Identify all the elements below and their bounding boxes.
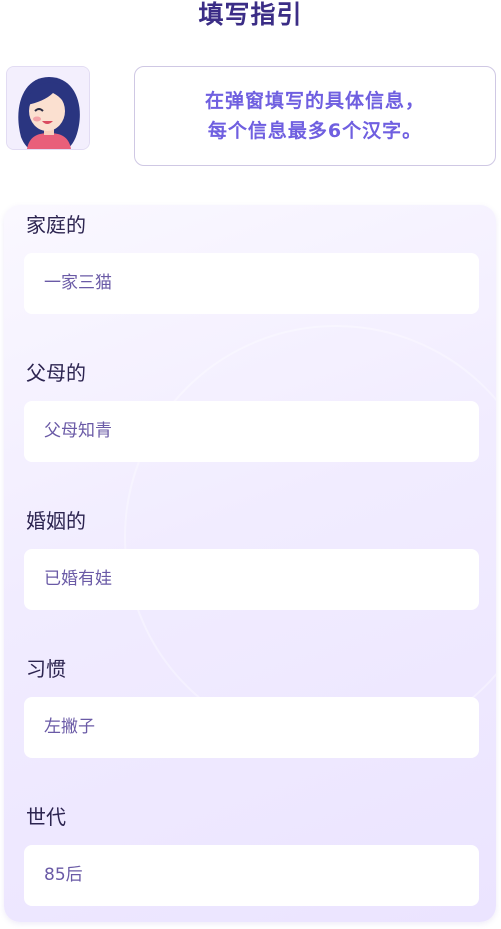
page-title: 填写指引 — [198, 0, 303, 29]
field-value-input[interactable]: 父母知青 — [24, 401, 479, 462]
guide-bubble: 在弹窗填写的具体信息， 每个信息最多6个汉字。 — [134, 66, 496, 166]
field-value-input[interactable]: 左撇子 — [24, 697, 479, 758]
field-label: 世代 — [26, 805, 66, 829]
avatar — [6, 66, 90, 150]
guide-text-line-2: 每个信息最多6个汉字。 — [207, 120, 423, 142]
field-value-input[interactable]: 已婚有娃 — [24, 549, 479, 610]
field-label: 婚姻的 — [26, 509, 86, 533]
guide-text-line-1: 在弹窗填写的具体信息， — [204, 90, 425, 112]
field-value-input[interactable]: 85后 — [24, 845, 479, 906]
info-card: 家庭的 一家三猫 父母的 父母知青 婚姻的 已婚有娃 习惯 左撇子 世代 85后 — [4, 205, 496, 922]
avatar-girl-icon — [7, 67, 89, 149]
field-label: 习惯 — [26, 657, 66, 681]
field-label: 父母的 — [26, 361, 86, 385]
guide-page: 填写指引 在弹窗填写的具体信息， 每个信息最多6个汉字。 家庭的 一家三猫 父母… — [0, 0, 501, 929]
field-value-input[interactable]: 一家三猫 — [24, 253, 479, 314]
field-label: 家庭的 — [26, 213, 86, 237]
